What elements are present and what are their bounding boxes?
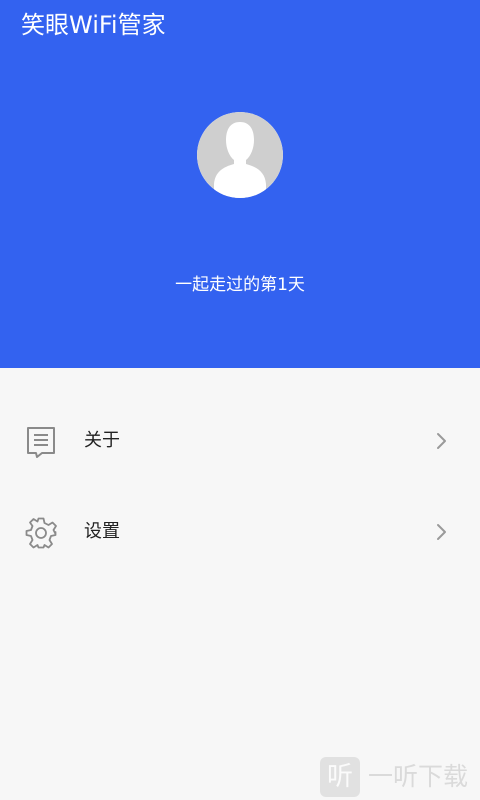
avatar[interactable] [197,112,283,198]
watermark-logo: 听 一听下载 [318,754,478,800]
user-silhouette-icon [197,112,283,198]
menu-item-about-label: 关于 [84,430,120,451]
gear-icon [24,516,58,550]
watermark-icon: 听 [320,757,360,797]
profile-header: 笑眼WiFi管家 一起走过的第1天 [0,0,480,368]
watermark-text: 一听下载 [368,762,469,791]
menu-item-settings-label: 设置 [84,521,120,542]
chevron-right-icon [433,522,451,542]
chevron-right-icon [433,431,451,451]
document-icon [24,425,58,459]
menu-item-settings[interactable]: 设置 [0,496,480,568]
days-together-text: 一起走过的第1天 [175,275,305,295]
app-title: 笑眼WiFi管家 [21,11,166,39]
menu-item-about[interactable]: 关于 [0,405,480,477]
